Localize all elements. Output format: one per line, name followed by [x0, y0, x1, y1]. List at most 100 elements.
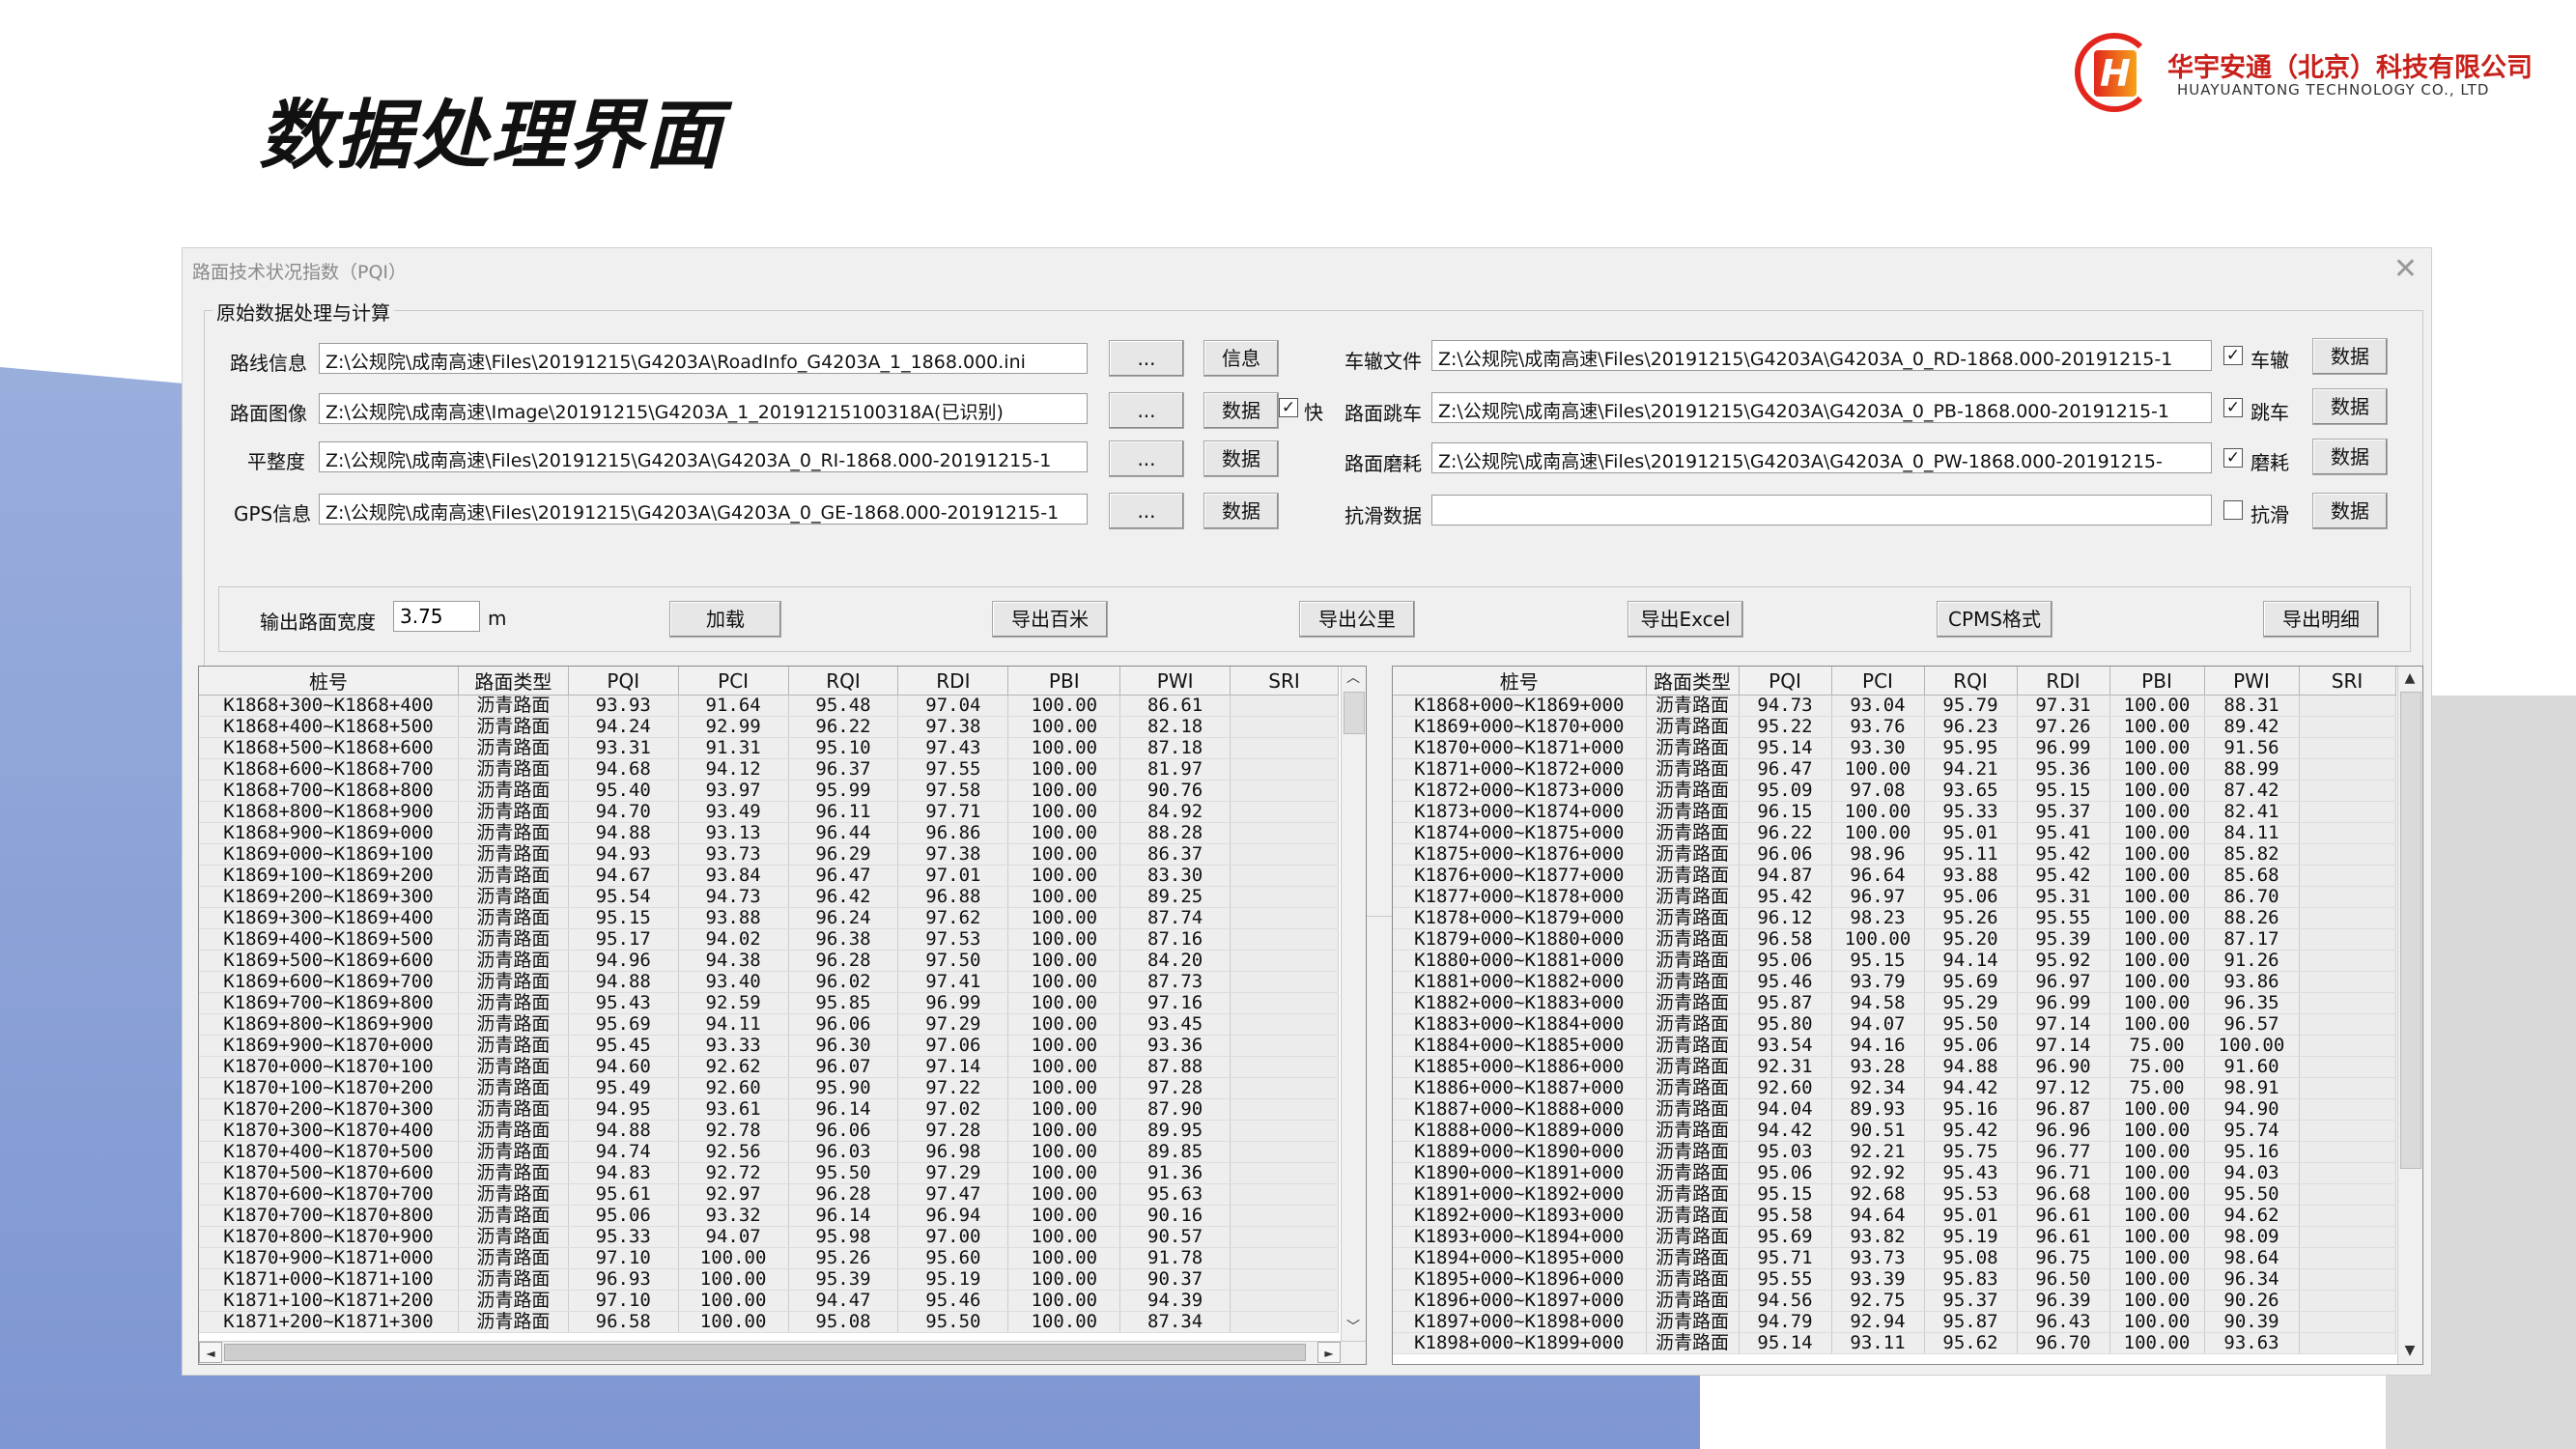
info-button[interactable]: 信息 — [1203, 340, 1279, 377]
export-excel-button[interactable]: 导出Excel — [1628, 601, 1743, 638]
scroll-thumb[interactable] — [2400, 692, 2421, 1169]
table-row[interactable]: K1868+800~K1868+900 沥青路面 94.70 93.49 96.11 97… — [199, 801, 1339, 823]
table-row[interactable]: K1870+200~K1870+300 沥青路面 94.95 93.61 96.14 97… — [199, 1098, 1339, 1121]
table-row[interactable]: K1894+000~K1895+000 沥青路面 95.71 93.73 95.08 96… — [1393, 1247, 2396, 1269]
bump-data-button[interactable]: 数据 — [2312, 388, 2388, 425]
col-header-pavement-type[interactable]: 路面类型 — [1646, 667, 1740, 696]
rut-file-path-field[interactable]: Z:\公规院\成南高速\Files\20191215\G4203A\G4203A… — [1431, 340, 2212, 371]
table-row[interactable]: K1890+000~K1891+000 沥青路面 95.06 92.92 95.43 96… — [1393, 1162, 2396, 1184]
bump-path-field[interactable]: Z:\公规院\成南高速\Files\20191215\G4203A\G4203A… — [1431, 392, 2212, 423]
rut-data-button[interactable]: 数据 — [2312, 338, 2388, 375]
skid-path-field[interactable] — [1431, 495, 2212, 526]
table-row[interactable]: K1892+000~K1893+000 沥青路面 95.58 94.64 95.01 96… — [1393, 1205, 2396, 1227]
skid-checkbox[interactable] — [2223, 500, 2243, 520]
wear-checkbox[interactable]: ✓ — [2223, 448, 2243, 468]
table-row[interactable]: K1898+000~K1899+000 沥青路面 95.14 93.11 95.62 96… — [1393, 1332, 2396, 1354]
col-header-rqi[interactable]: RQI — [1924, 667, 2018, 696]
col-header-pwi[interactable]: PWI — [1119, 667, 1231, 696]
rut-checkbox[interactable]: ✓ — [2223, 346, 2243, 365]
fast-checkbox[interactable]: ✓ — [1279, 398, 1298, 417]
table-row[interactable]: K1885+000~K1886+000 沥青路面 92.31 93.28 94.88 96… — [1393, 1056, 2396, 1078]
col-header-pci[interactable]: PCI — [678, 667, 789, 696]
table-row[interactable]: K1876+000~K1877+000 沥青路面 94.87 96.64 93.88 95… — [1393, 865, 2396, 887]
table-row[interactable]: K1881+000~K1882+000 沥青路面 95.46 93.79 95.69 96… — [1393, 971, 2396, 993]
col-header-rdi[interactable]: RDI — [2017, 667, 2110, 696]
table-row[interactable]: K1868+300~K1868+400 沥青路面 93.93 91.64 95.48 97… — [199, 695, 1339, 717]
load-button[interactable]: 加载 — [669, 601, 781, 638]
col-header-rdi[interactable]: RDI — [897, 667, 1009, 696]
table-row[interactable]: K1887+000~K1888+000 沥青路面 94.04 89.93 95.16 96… — [1393, 1098, 2396, 1121]
browse-gps-button[interactable]: ... — [1109, 493, 1184, 529]
table-row[interactable]: K1870+900~K1871+000 沥青路面 97.10 100.00 95.26 9… — [199, 1247, 1339, 1269]
vertical-scrollbar[interactable]: ︿ ﹀ — [1341, 667, 1366, 1341]
table-row[interactable]: K1869+200~K1869+300 沥青路面 95.54 94.73 96.42 96… — [199, 886, 1339, 908]
table-row[interactable]: K1870+500~K1870+600 沥青路面 94.83 92.72 95.50 97… — [199, 1162, 1339, 1184]
scroll-down-chevron-icon[interactable]: ﹀ — [1342, 1316, 1365, 1339]
scroll-down-arrow-icon[interactable]: ▼ — [2398, 1339, 2421, 1362]
col-header-pavement-type[interactable]: 路面类型 — [458, 667, 569, 696]
table-row[interactable]: K1868+700~K1868+800 沥青路面 95.40 93.97 95.99 97… — [199, 780, 1339, 802]
table-row[interactable]: K1878+000~K1879+000 沥青路面 96.12 98.23 95.26 95… — [1393, 907, 2396, 929]
table-row[interactable]: K1870+700~K1870+800 沥青路面 95.06 93.32 96.14 96… — [199, 1205, 1339, 1227]
scroll-left-icon[interactable]: ◄ — [199, 1342, 222, 1363]
table-row[interactable]: K1870+000~K1871+000 沥青路面 95.14 93.30 95.95 96… — [1393, 737, 2396, 759]
col-header-pci[interactable]: PCI — [1831, 667, 1925, 696]
table-row[interactable]: K1869+600~K1869+700 沥青路面 94.88 93.40 96.02 97… — [199, 971, 1339, 993]
bump-checkbox[interactable]: ✓ — [2223, 398, 2243, 417]
close-icon[interactable]: ✕ — [2393, 252, 2418, 286]
scroll-right-icon[interactable]: ► — [1317, 1342, 1341, 1363]
gps-path-field[interactable]: Z:\公规院\成南高速\Files\20191215\G4203A\G4203A… — [319, 494, 1088, 525]
road-image-path-field[interactable]: Z:\公规院\成南高速\Image\20191215\G4203A_1_2019… — [319, 393, 1088, 424]
table-row[interactable]: K1870+000~K1870+100 沥青路面 94.60 92.62 96.07 97… — [199, 1056, 1339, 1078]
scroll-up-chevron-icon[interactable]: ︿ — [1342, 667, 1365, 690]
table-row[interactable]: K1870+400~K1870+500 沥青路面 94.74 92.56 96.03 96… — [199, 1141, 1339, 1163]
table-row[interactable]: K1870+100~K1870+200 沥青路面 95.49 92.60 95.90 97… — [199, 1077, 1339, 1099]
table-row[interactable]: K1872+000~K1873+000 沥青路面 95.09 97.08 93.65 95… — [1393, 780, 2396, 802]
table-row[interactable]: K1873+000~K1874+000 沥青路面 96.15 100.00 95.33 9… — [1393, 801, 2396, 823]
road-image-data-button[interactable]: 数据 — [1203, 392, 1279, 429]
table-row[interactable]: K1871+000~K1871+100 沥青路面 96.93 100.00 95.39 9… — [199, 1268, 1339, 1291]
flatness-path-field[interactable]: Z:\公规院\成南高速\Files\20191215\G4203A\G4203A… — [319, 441, 1088, 472]
export-detail-button[interactable]: 导出明细 — [2263, 601, 2379, 638]
table-row[interactable]: K1868+000~K1869+000 沥青路面 94.73 93.04 95.79 97… — [1393, 695, 2396, 717]
data-grid-km[interactable]: 桩号 路面类型 PQI PCI RQI RDI PBI PWI SRI K186… — [1392, 666, 2423, 1365]
table-row[interactable]: K1870+600~K1870+700 沥青路面 95.61 92.97 96.28 97… — [199, 1183, 1339, 1206]
gps-data-button[interactable]: 数据 — [1203, 493, 1279, 529]
table-row[interactable]: K1880+000~K1881+000 沥青路面 95.06 95.15 94.14 95… — [1393, 950, 2396, 972]
table-row[interactable]: K1869+500~K1869+600 沥青路面 94.96 94.38 96.28 97… — [199, 950, 1339, 972]
col-header-sri[interactable]: SRI — [1230, 667, 1339, 696]
export-km-button[interactable]: 导出公里 — [1299, 601, 1415, 638]
wear-data-button[interactable]: 数据 — [2312, 439, 2388, 475]
table-row[interactable]: K1897+000~K1898+000 沥青路面 94.79 92.94 95.87 96… — [1393, 1311, 2396, 1333]
browse-road-image-button[interactable]: ... — [1109, 392, 1184, 429]
col-header-pwi[interactable]: PWI — [2204, 667, 2300, 696]
col-header-pqi[interactable]: PQI — [568, 667, 679, 696]
table-row[interactable]: K1868+500~K1868+600 沥青路面 93.31 91.31 95.10 97… — [199, 737, 1339, 759]
export-100m-button[interactable]: 导出百米 — [992, 601, 1108, 638]
cpms-format-button[interactable]: CPMS格式 — [1937, 601, 2052, 638]
table-row[interactable]: K1870+300~K1870+400 沥青路面 94.88 92.78 96.06 97… — [199, 1120, 1339, 1142]
col-header-sri[interactable]: SRI — [2299, 667, 2396, 696]
table-row[interactable]: K1879+000~K1880+000 沥青路面 96.58 100.00 95.20 9… — [1393, 928, 2396, 951]
col-header-pbi[interactable]: PBI — [2109, 667, 2205, 696]
table-row[interactable]: K1871+100~K1871+200 沥青路面 97.10 100.00 94.47 9… — [199, 1290, 1339, 1312]
table-row[interactable]: K1869+700~K1869+800 沥青路面 95.43 92.59 95.85 96… — [199, 992, 1339, 1014]
table-row[interactable]: K1882+000~K1883+000 沥青路面 95.87 94.58 95.29 96… — [1393, 992, 2396, 1014]
data-grid-100m[interactable]: 桩号 路面类型 PQI PCI RQI RDI PBI PWI SRI K186… — [198, 666, 1367, 1365]
table-row[interactable]: K1871+000~K1872+000 沥青路面 96.47 100.00 94.21 9… — [1393, 758, 2396, 781]
col-header-rqi[interactable]: RQI — [788, 667, 899, 696]
table-row[interactable]: K1868+900~K1869+000 沥青路面 94.88 93.13 96.44 96… — [199, 822, 1339, 844]
route-info-path-field[interactable]: Z:\公规院\成南高速\Files\20191215\G4203A\RoadIn… — [319, 343, 1088, 374]
table-row[interactable]: K1896+000~K1897+000 沥青路面 94.56 92.75 95.37 96… — [1393, 1290, 2396, 1312]
table-row[interactable]: K1869+900~K1870+000 沥青路面 95.45 93.33 96.30 97… — [199, 1035, 1339, 1057]
table-row[interactable]: K1875+000~K1876+000 沥青路面 96.06 98.96 95.11 95… — [1393, 843, 2396, 866]
skid-data-button[interactable]: 数据 — [2312, 493, 2388, 529]
table-row[interactable]: K1869+100~K1869+200 沥青路面 94.67 93.84 96.47 97… — [199, 865, 1339, 887]
scroll-thumb[interactable] — [1344, 692, 1365, 734]
scroll-up-arrow-icon[interactable]: ▲ — [2398, 667, 2421, 690]
table-row[interactable]: K1871+200~K1871+300 沥青路面 96.58 100.00 95.08 9… — [199, 1311, 1339, 1333]
table-row[interactable]: K1869+400~K1869+500 沥青路面 95.17 94.02 96.38 97… — [199, 928, 1339, 951]
table-row[interactable]: K1889+000~K1890+000 沥青路面 95.03 92.21 95.75 96… — [1393, 1141, 2396, 1163]
table-row[interactable]: K1895+000~K1896+000 沥青路面 95.55 93.39 95.83 96… — [1393, 1268, 2396, 1291]
col-header-pbi[interactable]: PBI — [1007, 667, 1121, 696]
